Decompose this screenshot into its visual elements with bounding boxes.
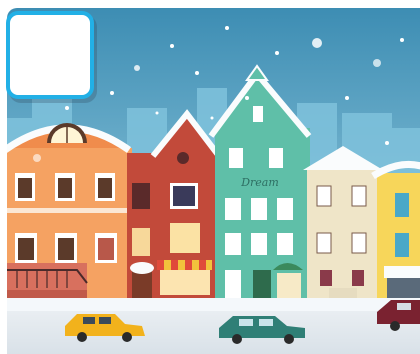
empty-item-slot[interactable]	[6, 11, 94, 99]
shop-sign: Dream	[240, 176, 279, 189]
yellow-house	[371, 160, 420, 303]
cream-house	[303, 146, 383, 303]
game-stage: Dream	[0, 0, 420, 354]
orange-house	[7, 123, 132, 303]
sidewalk-snow	[7, 298, 420, 312]
